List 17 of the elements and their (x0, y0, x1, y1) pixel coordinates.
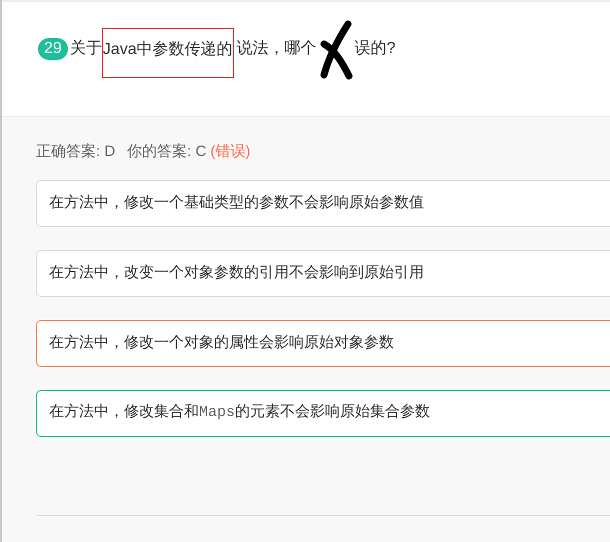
answer-option[interactable]: 在方法中，修改一个基础类型的参数不会影响原始参数值 (36, 180, 610, 226)
question-text: 说法，哪个 (236, 38, 317, 59)
highlighted-text: Java中参数传递的 (102, 28, 234, 78)
answer-option[interactable]: 在方法中，修改一个对象的属性会影响原始对象参数 (36, 320, 610, 366)
answer-option[interactable]: 在方法中，改变一个对象参数的引用不会影响到原始引用 (36, 250, 610, 296)
option-text: 在方法中，修改一个对象的属性会影响原始对象参数 (49, 332, 394, 353)
answer-option[interactable]: 在方法中，修改集合和Maps的元素不会影响原始集合参数 (36, 390, 610, 436)
option-text: 在方法中，修改集合和Maps的元素不会影响原始集合参数 (49, 402, 430, 424)
your-answer-label: 你的答案: C (127, 142, 206, 162)
verdict-label: (错误) (210, 142, 250, 162)
question-number-badge: 29 (38, 38, 68, 60)
question-text: 误的? (354, 39, 396, 59)
option-text: 在方法中，改变一个对象参数的引用不会影响到原始引用 (49, 262, 424, 283)
question-text: 关于 (70, 38, 102, 59)
correct-answer-label: 正确答案: D (36, 142, 116, 162)
option-text: 在方法中，修改一个基础类型的参数不会影响原始参数值 (49, 192, 424, 213)
cross-mark-drawing (318, 20, 353, 80)
